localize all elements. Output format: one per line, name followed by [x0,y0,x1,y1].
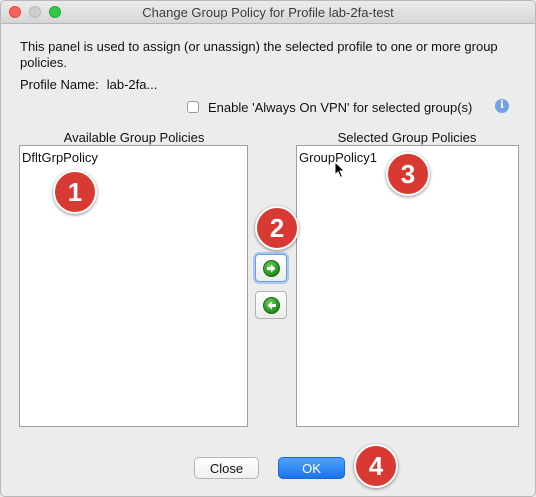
step-badge-4: 4 [354,444,398,488]
mouse-cursor-icon [334,161,346,179]
profile-name-row: Profile Name: lab-2fa... [20,77,157,92]
title-bar[interactable]: Change Group Policy for Profile lab-2fa-… [1,1,535,24]
list-item[interactable]: DfltGrpPolicy [22,150,98,165]
always-on-vpn-checkbox[interactable] [187,101,199,113]
info-icon[interactable]: i [495,99,509,113]
ok-button[interactable]: OK [278,457,345,479]
arrow-left-circle-icon [262,296,280,314]
available-policies-header: Available Group Policies [63,130,205,145]
always-on-vpn-row[interactable]: Enable 'Always On VPN' for selected grou… [187,99,472,115]
always-on-vpn-label[interactable]: Enable 'Always On VPN' for selected grou… [208,100,472,115]
window-title: Change Group Policy for Profile lab-2fa-… [142,5,394,20]
add-policy-button[interactable] [255,254,287,282]
arrow-right-circle-icon [262,259,280,277]
remove-policy-button[interactable] [255,291,287,319]
step-badge-3: 3 [386,152,430,196]
panel-description: This panel is used to assign (or unassig… [20,39,498,70]
profile-name-label: Profile Name: [20,77,99,92]
close-button[interactable]: Close [194,457,259,479]
dialog-window: Change Group Policy for Profile lab-2fa-… [0,0,536,497]
step-badge-1: 1 [53,170,97,214]
step-badge-2: 2 [255,206,299,250]
profile-name-value: lab-2fa... [106,77,158,92]
selected-policies-header: Selected Group Policies [337,130,477,145]
